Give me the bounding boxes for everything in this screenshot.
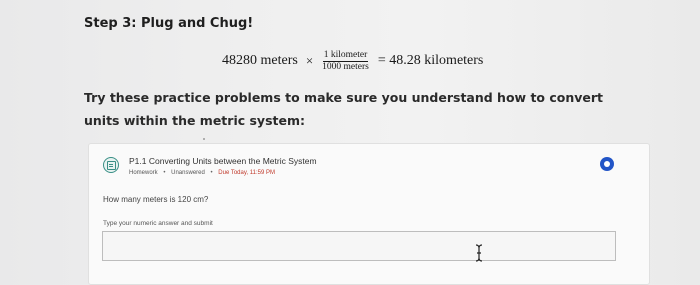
numeric-answer-input[interactable] <box>102 231 616 261</box>
homework-icon <box>103 157 119 173</box>
problem-due: Due Today, 11:59 PM <box>218 170 275 176</box>
problem-status: Unanswered <box>171 170 205 176</box>
problem-type: Homework <box>129 170 158 176</box>
conversion-equation: 48280 meters × 1 kilometer 1000 meters =… <box>222 46 483 76</box>
fraction-numerator: 1 kilometer <box>322 49 369 62</box>
meta-separator-icon: • <box>210 170 213 176</box>
equation-operator: × <box>305 53 314 68</box>
equation-result: = 48.28 kilometers <box>377 53 484 68</box>
step-title: Step 3: Plug and Chug! <box>84 16 254 31</box>
practice-instructions: Try these practice problems to make sure… <box>84 90 604 128</box>
problem-meta: Homework • Unanswered • Due Today, 11:59… <box>129 170 275 176</box>
question-text: How many meters is 120 cm? <box>103 195 209 204</box>
text-cursor-icon <box>475 244 483 262</box>
divider-dot <box>203 138 205 140</box>
status-indicator-icon <box>600 157 614 171</box>
meta-separator-icon: • <box>163 170 166 176</box>
fraction-denominator: 1000 meters <box>322 61 369 72</box>
problem-title[interactable]: P1.1 Converting Units between the Metric… <box>129 156 317 166</box>
answer-label: Type your numeric answer and submit <box>103 220 213 227</box>
equation-left: 48280 meters <box>222 53 298 68</box>
conversion-fraction: 1 kilometer 1000 meters <box>321 50 370 73</box>
